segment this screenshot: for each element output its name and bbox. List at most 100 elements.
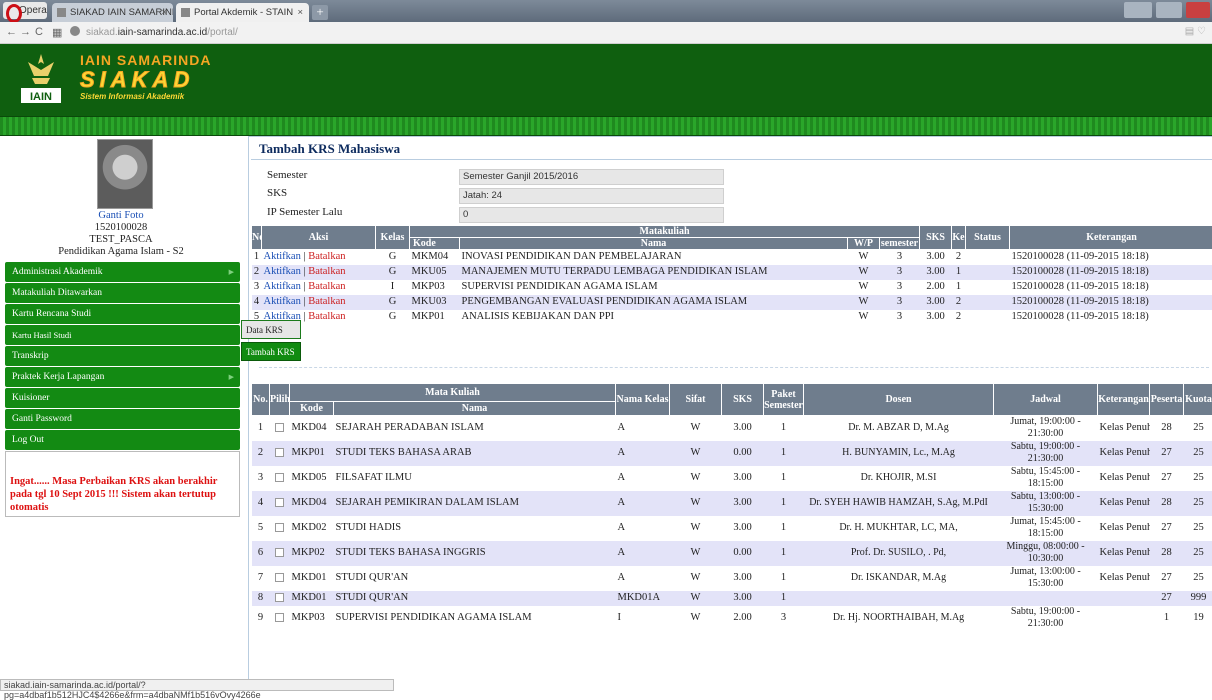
row-jadwal: Jumat, 19:00:00 - 21:30:00 bbox=[994, 416, 1098, 441]
menu-ganti-password[interactable]: Ganti Password bbox=[5, 409, 240, 429]
matakuliah-row: 6MKP02STUDI TEKS BAHASA INGGRISAW0.001Pr… bbox=[252, 541, 1212, 566]
row-sifat: W bbox=[670, 566, 722, 591]
batalkan-link[interactable]: Batalkan bbox=[308, 251, 345, 262]
submenu-data-krs[interactable]: Data KRS bbox=[241, 320, 301, 339]
back-icon[interactable]: ← bbox=[6, 26, 17, 38]
new-tab-button[interactable]: + bbox=[312, 5, 328, 20]
menu-praktek-kerja-lapangan[interactable]: Praktek Kerja Lapangan▶ bbox=[5, 367, 240, 387]
select-checkbox[interactable] bbox=[275, 423, 284, 432]
aktifkan-link[interactable]: Aktifkan bbox=[264, 296, 301, 307]
forward-icon[interactable]: → bbox=[20, 26, 31, 38]
row-select bbox=[270, 466, 290, 491]
menu-label: Matakuliah Ditawarkan bbox=[12, 288, 102, 298]
row-semester: 3 bbox=[880, 265, 920, 280]
menu-administrasi-akademik[interactable]: Administrasi Akademik▶ bbox=[5, 262, 240, 282]
krs-row: 1Aktifkan | BatalkanGMKM04INOVASI PENDID… bbox=[252, 250, 1212, 265]
row-dosen: Dr. ISKANDAR, M.Ag bbox=[804, 566, 994, 591]
select-checkbox[interactable] bbox=[275, 448, 284, 457]
row-kode: MKU05 bbox=[410, 265, 460, 280]
bookmark-heart-icon[interactable]: ▤ ♡ bbox=[1185, 26, 1206, 37]
row-status bbox=[966, 280, 1010, 295]
row-kelas: A bbox=[616, 566, 670, 591]
col-wp: W/P bbox=[848, 238, 880, 250]
menu-kartu-rencana-studi[interactable]: Kartu Rencana Studi bbox=[5, 304, 240, 324]
krs-row: 4Aktifkan | BatalkanGMKU03PENGEMBANGAN E… bbox=[252, 295, 1212, 310]
maximize-button[interactable] bbox=[1156, 2, 1182, 18]
col-keterangan: Keterangan bbox=[1010, 226, 1212, 250]
row-nama: SEJARAH PEMIKIRAN DALAM ISLAM bbox=[334, 491, 616, 516]
close-tab-icon[interactable]: × bbox=[161, 3, 167, 22]
close-window-button[interactable] bbox=[1186, 2, 1210, 18]
row-kelas: A bbox=[616, 541, 670, 566]
select-checkbox[interactable] bbox=[275, 473, 284, 482]
menu-matakuliah-ditawarkan[interactable]: Matakuliah Ditawarkan bbox=[5, 283, 240, 303]
aktifkan-link[interactable]: Aktifkan bbox=[264, 266, 301, 277]
menu-transkrip[interactable]: Transkrip bbox=[5, 346, 240, 366]
row-jadwal: Sabtu, 13:00:00 - 15:30:00 bbox=[994, 491, 1098, 516]
row-nama: STUDI TEKS BAHASA INGGRIS bbox=[334, 541, 616, 566]
select-checkbox[interactable] bbox=[275, 573, 284, 582]
row-paket: 1 bbox=[764, 416, 804, 441]
row-ke: 2 bbox=[952, 250, 966, 265]
select-checkbox[interactable] bbox=[275, 613, 284, 622]
site-info-icon[interactable] bbox=[70, 26, 80, 36]
submenu-tambah-krs[interactable]: Tambah KRS bbox=[241, 342, 301, 361]
row-peserta: 27 bbox=[1150, 441, 1184, 466]
row-sifat: W bbox=[670, 416, 722, 441]
row-kode: MKP03 bbox=[410, 280, 460, 295]
row-sks: 3.00 bbox=[722, 416, 764, 441]
row-keterangan: 1520100028 (11-09-2015 18:18) bbox=[1010, 265, 1212, 280]
row-nama: SUPERVISI PENDIDIKAN AGAMA ISLAM bbox=[334, 606, 616, 631]
batalkan-link[interactable]: Batalkan bbox=[308, 281, 345, 292]
study-program: Pendidikan Agama Islam - S2 bbox=[0, 246, 242, 257]
row-no: 1 bbox=[252, 416, 270, 441]
tab-title: Portal Akdemik - STAIN bbox=[194, 7, 293, 18]
menu-label: Kartu Rencana Studi bbox=[12, 309, 91, 319]
close-tab-icon[interactable]: × bbox=[297, 3, 303, 22]
col-no: No. bbox=[252, 384, 270, 416]
row-nama: INOVASI PENDIDIKAN DAN PEMBELAJARAN bbox=[460, 250, 848, 265]
row-peserta: 27 bbox=[1150, 516, 1184, 541]
select-checkbox[interactable] bbox=[275, 593, 284, 602]
menu-log-out[interactable]: Log Out bbox=[5, 430, 240, 450]
batalkan-link[interactable]: Batalkan bbox=[308, 311, 345, 322]
select-checkbox[interactable] bbox=[275, 498, 284, 507]
opera-menu-button[interactable]: Opera bbox=[3, 2, 47, 19]
profile-photo bbox=[97, 139, 153, 209]
menu-kuisioner[interactable]: Kuisioner bbox=[5, 388, 240, 408]
row-select bbox=[270, 606, 290, 631]
row-select bbox=[270, 516, 290, 541]
select-checkbox[interactable] bbox=[275, 523, 284, 532]
submenu-arrow-icon: ▶ bbox=[229, 367, 234, 387]
menu-label: Log Out bbox=[12, 435, 44, 445]
row-sifat: W bbox=[670, 541, 722, 566]
select-checkbox[interactable] bbox=[275, 548, 284, 557]
row-kuota: 25 bbox=[1184, 466, 1212, 491]
batalkan-link[interactable]: Batalkan bbox=[308, 296, 345, 307]
row-nama: ANALISIS KEBIJAKAN DAN PPI bbox=[460, 310, 848, 325]
col-dosen: Dosen bbox=[804, 384, 994, 416]
row-sifat: W bbox=[670, 516, 722, 541]
batalkan-link[interactable]: Batalkan bbox=[308, 266, 345, 277]
row-nama: STUDI TEKS BAHASA ARAB bbox=[334, 441, 616, 466]
menu-label: Transkrip bbox=[12, 351, 49, 361]
url-field[interactable]: siakad.iain-samarinda.ac.id/portal/ bbox=[70, 25, 238, 41]
row-status bbox=[966, 265, 1010, 280]
notice-box: Ingat...... Masa Perbaikan KRS akan bera… bbox=[5, 451, 240, 517]
change-photo-link[interactable]: Ganti Foto bbox=[0, 210, 242, 221]
browser-tab-siakad[interactable]: SIAKAD IAIN SAMARINDA × bbox=[52, 3, 173, 22]
minimize-button[interactable] bbox=[1124, 2, 1152, 18]
speed-dial-icon[interactable]: ▦ bbox=[52, 26, 62, 39]
reload-icon[interactable]: C bbox=[35, 26, 43, 38]
aktifkan-link[interactable]: Aktifkan bbox=[264, 281, 301, 292]
row-actions: Aktifkan | Batalkan bbox=[262, 250, 376, 265]
row-peserta: 28 bbox=[1150, 416, 1184, 441]
row-sifat: W bbox=[670, 591, 722, 606]
row-status bbox=[966, 250, 1010, 265]
aktifkan-link[interactable]: Aktifkan bbox=[264, 251, 301, 262]
browser-tab-portal[interactable]: Portal Akdemik - STAIN × bbox=[176, 3, 309, 22]
row-no: 2 bbox=[252, 441, 270, 466]
sks-value: Jatah: 24 bbox=[459, 188, 724, 204]
menu-kartu-hasil-studi[interactable]: Kartu Hasil Studi bbox=[5, 325, 240, 345]
row-keterangan: 1520100028 (11-09-2015 18:18) bbox=[1010, 295, 1212, 310]
